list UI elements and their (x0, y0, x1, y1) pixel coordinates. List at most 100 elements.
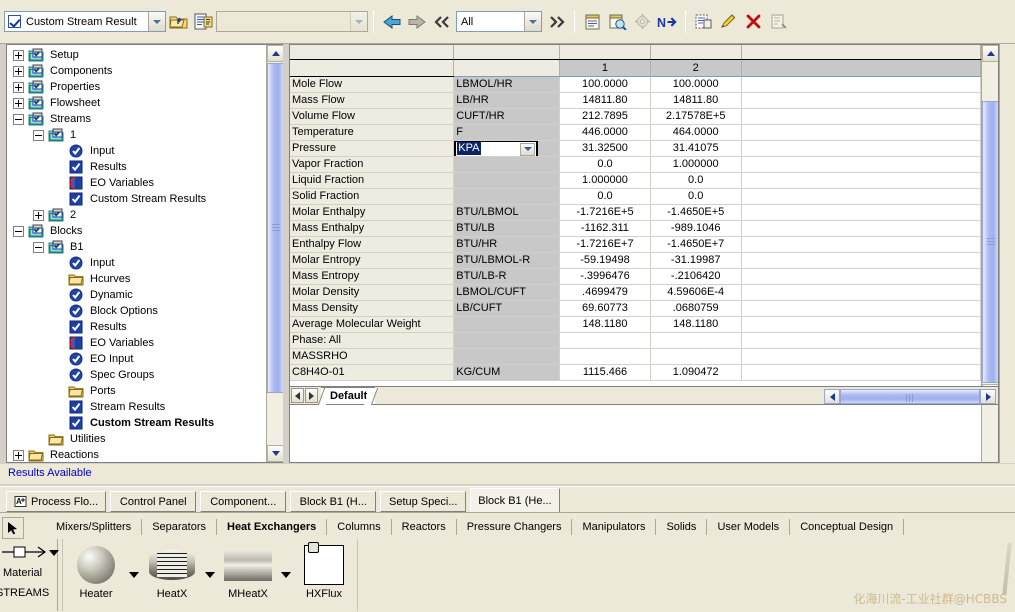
palette-item-heatx[interactable]: HeatX (139, 539, 205, 611)
select-pointer-button[interactable] (2, 517, 24, 539)
expander-plus-icon[interactable] (13, 98, 24, 109)
cell-empty[interactable] (741, 140, 980, 156)
cell-value[interactable]: 446.0000 (560, 124, 651, 140)
table-row[interactable]: Volume FlowCUFT/HR212.78952.17578E+5 (290, 108, 981, 124)
row-units[interactable]: BTU/LB (454, 220, 560, 236)
next-input-button[interactable] (545, 11, 568, 33)
window-tab-0[interactable]: AProcess Flo... (6, 491, 106, 512)
table-row[interactable]: Solid Fraction0.00.0 (290, 188, 981, 204)
row-units[interactable]: CUFT/HR (454, 108, 560, 124)
form-selector-checkbox[interactable] (8, 15, 21, 28)
cell-value[interactable]: 14811.80 (650, 92, 741, 108)
tree-item-eo-variables[interactable]: EO Variables (7, 175, 265, 191)
window-tab-5[interactable]: Block B1 (He... (470, 488, 559, 512)
cell-empty[interactable] (741, 204, 980, 220)
tree-item-streams[interactable]: Streams (7, 111, 265, 127)
table-row[interactable]: PressureKPA31.3250031.41075 (290, 140, 981, 156)
column-header-2[interactable]: 2 (650, 59, 741, 76)
palette-item-dropdown-arrow[interactable] (205, 539, 215, 611)
chevron-down-icon[interactable] (148, 12, 165, 31)
tree-item-blocks[interactable]: Blocks (7, 223, 265, 239)
sheet-prev-button[interactable] (291, 388, 304, 403)
row-units[interactable]: F (454, 124, 560, 140)
palette-item-heater[interactable]: Heater (63, 539, 129, 611)
sheet-next-button[interactable] (305, 388, 318, 403)
tree-item-1[interactable]: 1 (7, 127, 265, 143)
cell-empty[interactable] (741, 156, 980, 172)
delete-icon[interactable] (742, 11, 765, 33)
cell-empty[interactable] (741, 76, 980, 92)
window-tab-strip[interactable]: AProcess Flo...Control PanelComponent...… (0, 486, 1015, 512)
cell-value[interactable]: -.3996476 (560, 268, 651, 284)
palette-tab-user-models[interactable]: User Models (707, 519, 790, 535)
copy-to-clipboard-icon[interactable] (692, 11, 715, 33)
input-summary-icon[interactable] (581, 11, 604, 33)
tree-item-results[interactable]: Results (7, 159, 265, 175)
cell-empty[interactable] (741, 236, 980, 252)
palette-streams-group[interactable]: Material STREAMS (2, 539, 58, 611)
view-filter-combo[interactable]: All (456, 11, 542, 32)
cell-empty[interactable] (741, 348, 980, 364)
cell-value[interactable]: -59.19498 (560, 252, 651, 268)
cell-value[interactable]: 2.17578E+5 (650, 108, 741, 124)
tree-item-spec-groups[interactable]: Spec Groups (7, 367, 265, 383)
window-tab-2[interactable]: Component... (200, 491, 286, 512)
open-parent-folder-button[interactable] (167, 11, 190, 33)
next-step-button[interactable]: N (656, 11, 679, 33)
palette-tab-mixers-splitters[interactable]: Mixers/Splitters (46, 519, 142, 535)
properties-icon[interactable] (767, 11, 790, 33)
cell-value[interactable]: 4.59606E-4 (650, 284, 741, 300)
cell-value[interactable]: -1.4650E+7 (650, 236, 741, 252)
row-units[interactable]: BTU/LBMOL-R (454, 252, 560, 268)
tree-item-properties[interactable]: Properties (7, 79, 265, 95)
window-tab-4[interactable]: Setup Speci... (380, 491, 466, 512)
table-row[interactable]: Mass EntropyBTU/LB-R-.3996476-.2106420 (290, 268, 981, 284)
palette-tab-columns[interactable]: Columns (327, 519, 391, 535)
table-row[interactable]: Molar DensityLBMOL/CUFT.46994794.59606E-… (290, 284, 981, 300)
secondary-selector-combo[interactable] (216, 11, 368, 32)
tree-item-block-options[interactable]: Block Options (7, 303, 265, 319)
tree-item-b1[interactable]: B1 (7, 239, 265, 255)
row-units[interactable]: BTU/LBMOL (454, 204, 560, 220)
row-units[interactable]: LB/CUFT (454, 300, 560, 316)
palette-item-hxflux[interactable]: HXFlux (291, 539, 357, 611)
cell-value[interactable]: 0.0 (650, 172, 741, 188)
cell-value[interactable]: -1.7216E+5 (560, 204, 651, 220)
tree-item-utilities[interactable]: Utilities (7, 431, 265, 447)
cell-value[interactable]: 1.090472 (650, 364, 741, 380)
cell-empty[interactable] (741, 188, 980, 204)
table-row[interactable]: Enthalpy FlowBTU/HR-1.7216E+7-1.4650E+7 (290, 236, 981, 252)
cell-value[interactable]: 0.0 (650, 188, 741, 204)
grid-horizontal-scrollbar[interactable] (824, 389, 996, 404)
streams-dropdown-arrow[interactable] (49, 523, 59, 583)
chevron-down-icon[interactable] (520, 143, 535, 156)
scroll-up-button[interactable] (982, 45, 999, 62)
palette-item-dropdown-arrow[interactable] (281, 539, 291, 611)
table-row[interactable]: C8H4O-01KG/CUM1115.4661.090472 (290, 364, 981, 380)
tree-item-reactions[interactable]: Reactions (7, 447, 265, 462)
cell-value[interactable]: .4699479 (560, 284, 651, 300)
tree-item-input[interactable]: Input (7, 143, 265, 159)
column-header-1[interactable]: 1 (560, 59, 651, 76)
cell-value[interactable]: -31.19987 (650, 252, 741, 268)
chevron-down-icon[interactable] (350, 12, 367, 31)
row-units[interactable]: BTU/LB-R (454, 268, 560, 284)
table-row[interactable]: Mole FlowLBMOL/HR100.0000100.0000 (290, 76, 981, 92)
expander-plus-icon[interactable] (13, 82, 24, 93)
palette-tab-heat-exchangers[interactable]: Heat Exchangers (217, 519, 327, 535)
chevron-down-icon[interactable] (524, 12, 541, 31)
cell-value[interactable]: 100.0000 (650, 76, 741, 92)
row-units[interactable]: LBMOL/HR (454, 76, 560, 92)
palette-tab-manipulators[interactable]: Manipulators (572, 519, 656, 535)
cell-empty[interactable] (741, 92, 980, 108)
units-dropdown[interactable]: KPA (454, 140, 538, 156)
cell-value[interactable]: 100.0000 (560, 76, 651, 92)
cell-empty[interactable] (741, 268, 980, 284)
expander-plus-icon[interactable] (13, 50, 24, 61)
cell-value[interactable]: 1115.466 (560, 364, 651, 380)
tree-vertical-scrollbar[interactable] (266, 45, 283, 462)
row-units[interactable] (454, 188, 560, 204)
window-tab-1[interactable]: Control Panel (110, 491, 196, 512)
scroll-right-button[interactable] (980, 389, 996, 404)
table-row[interactable]: MASSRHO (290, 348, 981, 364)
